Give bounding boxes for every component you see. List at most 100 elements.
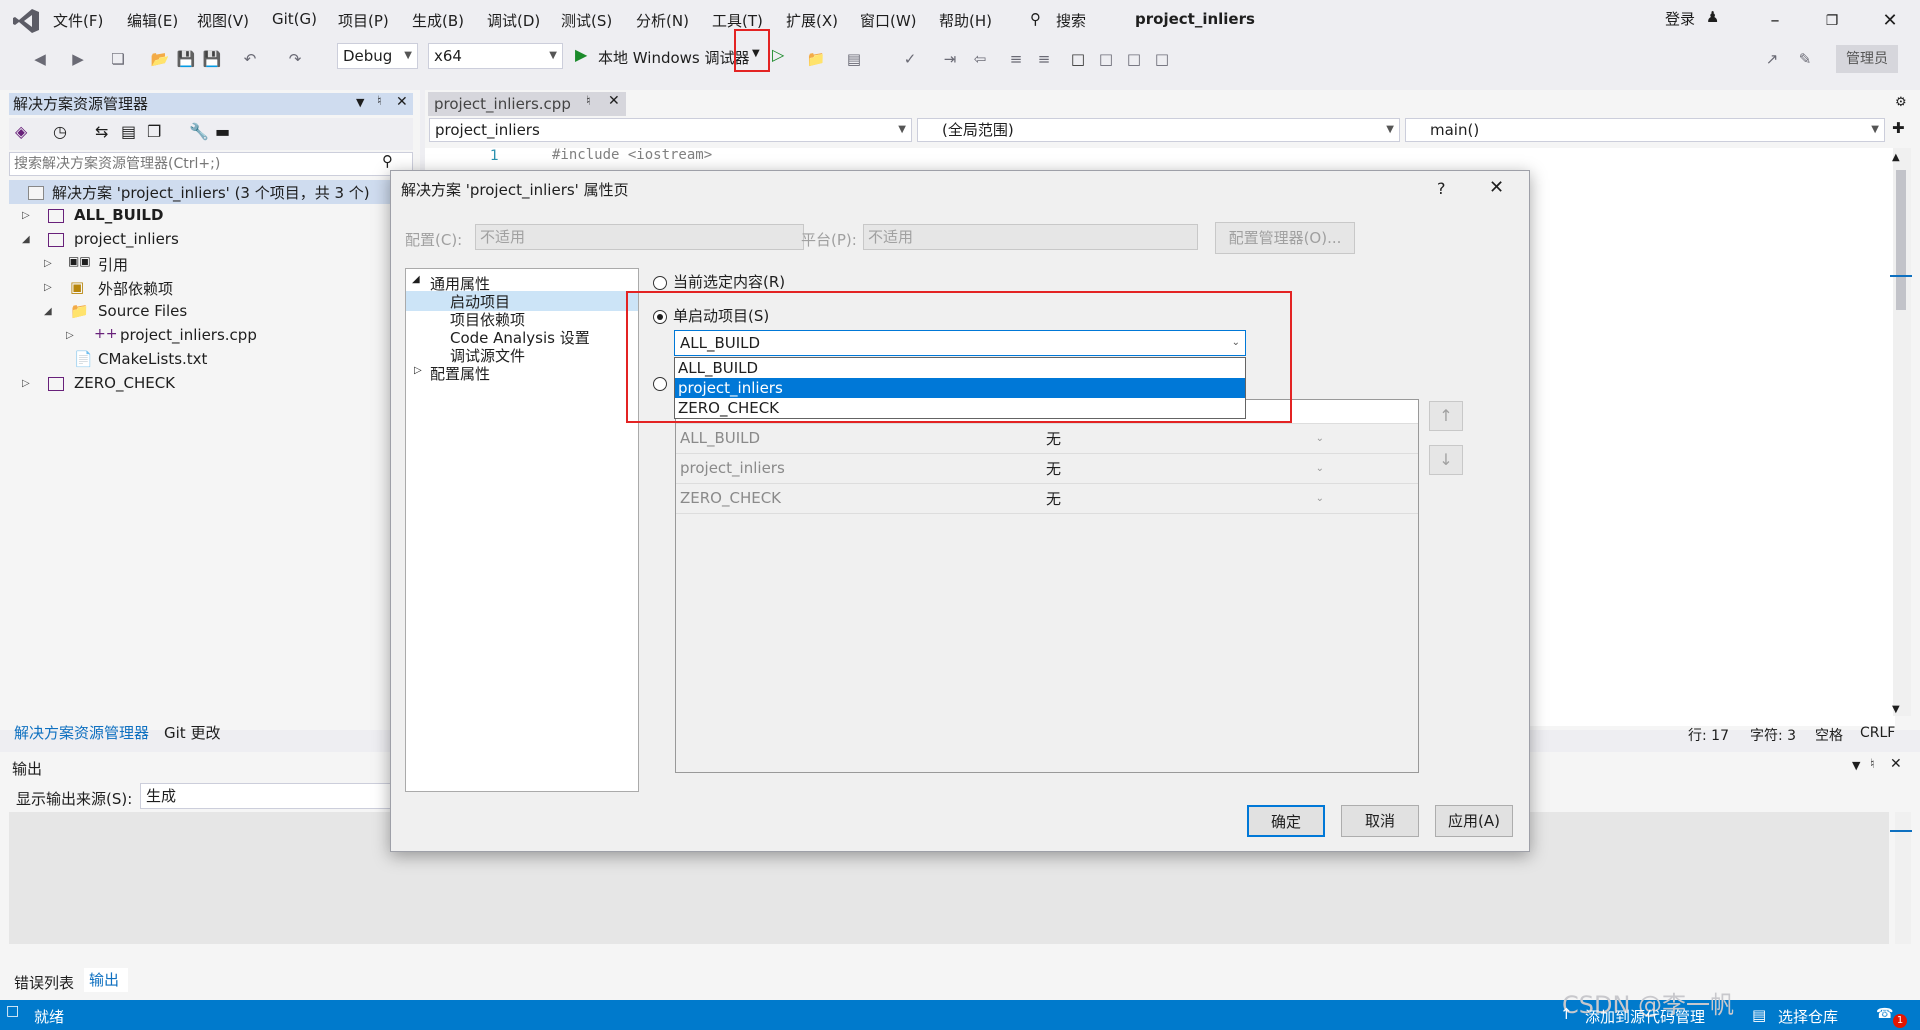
grid-action-select[interactable]: 无 ⌄: [1040, 456, 1332, 482]
solution-node[interactable]: 解决方案 'project_inliers' (3 个项目，共 3 个): [52, 182, 370, 203]
close-window-button[interactable]: ✕: [1870, 6, 1910, 36]
run-debugger-button[interactable]: 本地 Windows 调试器: [598, 47, 750, 68]
menu-file[interactable]: 文件(F): [53, 10, 103, 31]
menu-window[interactable]: 窗口(W): [860, 10, 917, 31]
solution-search-input[interactable]: 搜索解决方案资源管理器(Ctrl+;): [9, 152, 413, 176]
menu-build[interactable]: 生成(B): [412, 10, 464, 31]
preview-icon[interactable]: ▬: [215, 122, 230, 141]
open-folder-icon[interactable]: 📂: [148, 48, 172, 70]
tree-item-cmakelists[interactable]: CMakeLists.txt: [98, 350, 207, 368]
add-source-control[interactable]: 添加到源代码管理: [1585, 1006, 1705, 1027]
nav-project-select[interactable]: project_inliers ▼: [429, 118, 912, 142]
save-icon[interactable]: 💾: [174, 48, 198, 70]
uncomment-icon[interactable]: ≡: [1032, 48, 1056, 70]
nav-scope-select[interactable]: (全局范围) ▼: [917, 118, 1400, 142]
radio-current-label[interactable]: 当前选定内容(R): [673, 271, 785, 292]
scroll-up-icon[interactable]: ▲: [1892, 152, 1900, 163]
collapse-arrow-icon[interactable]: ◢: [44, 306, 52, 317]
menu-edit[interactable]: 编辑(E): [127, 10, 178, 31]
select-repo[interactable]: 选择仓库: [1778, 1006, 1838, 1027]
tree-item-source-files[interactable]: Source Files: [98, 302, 187, 320]
collapse-arrow-icon[interactable]: ◢: [22, 234, 30, 245]
menu-view[interactable]: 视图(V): [197, 10, 249, 31]
login-link[interactable]: 登录: [1665, 8, 1695, 29]
grid-row[interactable]: ALL_BUILD 无 ⌄: [676, 424, 1418, 454]
expand-icon[interactable]: ▷: [414, 365, 422, 376]
undo-icon[interactable]: ↶: [238, 48, 262, 70]
expand-icon[interactable]: ▷: [44, 258, 52, 269]
grid-row[interactable]: ZERO_CHECK 无 ⌄: [676, 484, 1418, 514]
browse-icon[interactable]: 📁: [804, 48, 828, 70]
back-icon[interactable]: ◀: [28, 48, 52, 70]
config-select[interactable]: Debug ▼: [337, 43, 418, 69]
forward-icon[interactable]: ▶: [66, 48, 90, 70]
vs-switch-icon[interactable]: ◈: [15, 122, 27, 141]
step-icon[interactable]: ⇥: [938, 48, 962, 70]
tree-item-all-build[interactable]: ALL_BUILD: [74, 206, 163, 224]
tree-item-zero-check[interactable]: ZERO_CHECK: [74, 374, 175, 392]
new-project-icon[interactable]: ❏: [106, 48, 130, 70]
spellcheck-icon[interactable]: ✓: [898, 48, 922, 70]
grid-action-select[interactable]: 无 ⌄: [1040, 426, 1332, 452]
sync-icon[interactable]: ⇆: [95, 122, 108, 141]
tab-git-changes[interactable]: Git 更改: [164, 722, 220, 743]
tab-error-list[interactable]: 错误列表: [14, 972, 74, 993]
menu-extensions[interactable]: 扩展(X): [786, 10, 838, 31]
tree-item-external-deps[interactable]: 外部依赖项: [98, 278, 173, 299]
close-dialog-icon[interactable]: ✕: [1489, 177, 1504, 198]
platform-select[interactable]: x64 ▼: [428, 43, 563, 69]
share-icon[interactable]: ↗: [1760, 48, 1784, 70]
redo-icon[interactable]: ↷: [283, 48, 307, 70]
menu-help[interactable]: 帮助(H): [939, 10, 992, 31]
tab-output[interactable]: 输出: [84, 968, 128, 992]
bell-icon[interactable]: ☎: [1876, 1006, 1893, 1022]
split-icon[interactable]: ✚: [1892, 119, 1905, 137]
output-source-select[interactable]: 生成: [140, 783, 400, 809]
feedback-icon[interactable]: ✎: [1793, 48, 1817, 70]
apply-button[interactable]: 应用(A): [1435, 805, 1513, 837]
run-without-debug-icon[interactable]: ▷: [772, 45, 784, 64]
tab-editor-file[interactable]: project_inliers.cpp: [428, 92, 626, 116]
settings-icon[interactable]: ⚙: [1895, 95, 1907, 110]
bookmark-icon[interactable]: □: [1066, 48, 1090, 70]
nav-config-props[interactable]: 配置属性: [430, 363, 490, 384]
cancel-button[interactable]: 取消: [1341, 805, 1419, 837]
prev-bookmark-icon[interactable]: □: [1094, 48, 1118, 70]
minimize-button[interactable]: –: [1755, 6, 1795, 36]
properties-icon[interactable]: 🔧: [189, 122, 209, 141]
show-all-icon[interactable]: ❐: [147, 122, 161, 141]
help-button[interactable]: ?: [1437, 179, 1446, 198]
tree-item-references[interactable]: 引用: [98, 254, 128, 275]
comment-icon[interactable]: ≡: [1004, 48, 1028, 70]
save-all-icon[interactable]: 💾: [200, 48, 224, 70]
nav-startup-project-row[interactable]: [406, 291, 638, 311]
close-panel-icon[interactable]: ✕: [1890, 756, 1902, 772]
pin-icon[interactable]: ♮: [377, 94, 382, 109]
clear-bookmark-icon[interactable]: □: [1150, 48, 1174, 70]
expand-icon[interactable]: ▷: [44, 282, 52, 293]
pin-icon[interactable]: ♮: [586, 94, 591, 109]
grid-row[interactable]: project_inliers 无 ⌄: [676, 454, 1418, 484]
next-bookmark-icon[interactable]: □: [1122, 48, 1146, 70]
grid-action-select[interactable]: 无 ⌄: [1040, 486, 1332, 512]
scroll-thumb[interactable]: [1896, 170, 1906, 310]
history-icon[interactable]: ◷: [53, 122, 67, 141]
tree-item-project-inliers[interactable]: project_inliers: [74, 230, 179, 248]
menu-debug[interactable]: 调试(D): [487, 10, 540, 31]
panel-menu-icon[interactable]: ▼: [1852, 759, 1860, 772]
collapse-icon[interactable]: ▤: [121, 122, 136, 141]
menu-tools[interactable]: 工具(T): [712, 10, 763, 31]
tab-solution-explorer[interactable]: 解决方案资源管理器: [14, 722, 149, 743]
close-tab-icon[interactable]: ✕: [608, 93, 620, 109]
ok-button[interactable]: 确定: [1247, 805, 1325, 837]
restore-button[interactable]: ❐: [1812, 6, 1852, 36]
step-over-icon[interactable]: ⇦: [968, 48, 992, 70]
radio-current-selection[interactable]: [653, 273, 667, 291]
menu-git[interactable]: Git(G): [272, 10, 317, 28]
tree-item-cpp-file[interactable]: project_inliers.cpp: [120, 326, 257, 344]
layout-icon[interactable]: ▤: [842, 48, 866, 70]
scroll-down-icon[interactable]: ▼: [1892, 704, 1900, 715]
menu-test[interactable]: 测试(S): [561, 10, 612, 31]
expand-icon[interactable]: ▷: [22, 378, 30, 389]
search-button[interactable]: 搜索: [1056, 10, 1086, 31]
